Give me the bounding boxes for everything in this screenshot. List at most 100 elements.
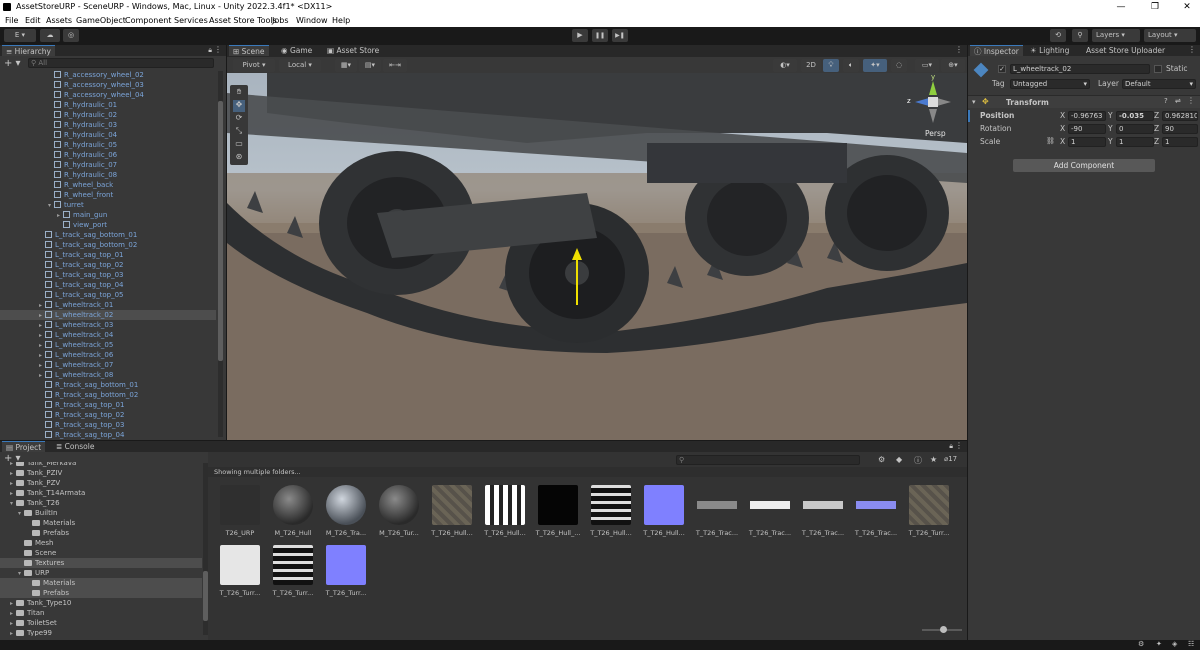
folder-item[interactable]: ▸ Tank_PZV: [0, 478, 202, 488]
more-icon[interactable]: ⋮: [214, 45, 222, 54]
static-checkbox[interactable]: [1154, 65, 1162, 73]
folder-item[interactable]: Prefabs: [0, 588, 202, 598]
persp-label[interactable]: Persp: [925, 129, 946, 138]
toggle-2d-button[interactable]: 2D: [801, 59, 821, 72]
position-y-field[interactable]: -0.035: [1116, 111, 1154, 121]
pause-button[interactable]: ❚❚: [592, 29, 608, 42]
hierarchy-item[interactable]: L_track_sag_top_02: [0, 260, 216, 270]
hierarchy-item[interactable]: R_accessory_wheel_02: [0, 70, 216, 80]
scale-x-field[interactable]: 1: [1068, 137, 1106, 147]
hierarchy-item[interactable]: L_track_sag_top_05: [0, 290, 216, 300]
position-x-field[interactable]: -0.96763: [1068, 111, 1106, 121]
asset-thumbnail[interactable]: [326, 485, 366, 525]
hierarchy-item[interactable]: R_hydraulic_05: [0, 140, 216, 150]
scale-y-field[interactable]: 1: [1116, 137, 1154, 147]
menu-asset-store-tools[interactable]: Asset Store Tools: [209, 14, 277, 27]
grid-snap-icon[interactable]: ▦▾: [335, 59, 357, 72]
scale-tool-icon[interactable]: ⤡: [233, 126, 245, 138]
asset-thumbnail[interactable]: [485, 485, 525, 525]
link-icon[interactable]: ⛓︎: [1046, 137, 1055, 145]
asset-thumbnail[interactable]: [220, 545, 260, 585]
more-icon[interactable]: ⋮: [1187, 96, 1195, 105]
position-z-field[interactable]: 0.962810: [1162, 111, 1198, 121]
hierarchy-item[interactable]: ▸ main_gun: [0, 210, 216, 220]
asset-thumbnail[interactable]: [856, 485, 896, 525]
hierarchy-item[interactable]: ▸ L_wheeltrack_01: [0, 300, 216, 310]
menu-gameobject[interactable]: GameObject: [76, 14, 126, 27]
hierarchy-item[interactable]: ▸ L_wheeltrack_03: [0, 320, 216, 330]
hierarchy-item[interactable]: R_wheel_front: [0, 190, 216, 200]
object-name-field[interactable]: L_wheeltrack_02: [1010, 64, 1150, 74]
layout-dropdown[interactable]: Layout ▾: [1144, 29, 1196, 42]
build-status-icon[interactable]: ⚙: [1138, 640, 1144, 648]
folder-item[interactable]: Textures: [0, 558, 202, 568]
folder-item[interactable]: ▸ Tank_T14Armata: [0, 488, 202, 498]
lock-icon[interactable]: 🔒︎: [208, 46, 212, 55]
local-dropdown[interactable]: Local ▾: [279, 59, 321, 72]
tag-dropdown[interactable]: Untagged ▾: [1010, 79, 1090, 89]
menu-edit[interactable]: Edit: [25, 14, 41, 27]
hierarchy-item[interactable]: R_hydraulic_07: [0, 160, 216, 170]
asset-search-input[interactable]: ⚲: [676, 455, 860, 465]
hierarchy-item[interactable]: ▸ L_wheeltrack_05: [0, 340, 216, 350]
hierarchy-item[interactable]: view_port: [0, 220, 216, 230]
hierarchy-item[interactable]: ▾ turret: [0, 200, 216, 210]
hierarchy-item[interactable]: R_track_sag_top_03: [0, 420, 216, 430]
camera-icon[interactable]: ▭▾: [915, 59, 939, 72]
menu-services[interactable]: Services: [174, 14, 208, 27]
tab-lighting[interactable]: ☀ Lighting: [1026, 45, 1073, 56]
hierarchy-item[interactable]: ▸ L_wheeltrack_04: [0, 330, 216, 340]
hidden-objects-icon[interactable]: ◌: [891, 59, 907, 72]
tab-hierarchy[interactable]: ≡ Hierarchy: [2, 45, 55, 56]
rotate-tool-icon[interactable]: ⟳: [233, 113, 245, 125]
layers-dropdown[interactable]: Layers ▾: [1092, 29, 1140, 42]
folder-item[interactable]: ▸ Tank_Type10: [0, 598, 202, 608]
more-icon[interactable]: ⋮: [955, 45, 963, 54]
asset-thumbnail[interactable]: [750, 485, 790, 525]
transform-header[interactable]: ▾ ✥ Transform ? ⇌ ⋮: [968, 95, 1200, 108]
menu-file[interactable]: File: [5, 14, 18, 27]
asset-thumbnail[interactable]: [432, 485, 472, 525]
account-button[interactable]: E ▾: [4, 29, 36, 42]
hierarchy-search-input[interactable]: ⚲ All: [28, 58, 214, 68]
folder-item[interactable]: Prefabs: [0, 528, 202, 538]
help-icon[interactable]: ?: [1164, 97, 1168, 105]
asset-thumbnail[interactable]: [220, 485, 260, 525]
menu-assets[interactable]: Assets: [46, 14, 72, 27]
info-icon[interactable]: ⓘ: [914, 455, 922, 466]
hidden-packages-icon[interactable]: ⌀17: [944, 455, 957, 463]
hierarchy-item[interactable]: L_track_sag_top_03: [0, 270, 216, 280]
folder-item[interactable]: ▸ Tank_PZIV: [0, 468, 202, 478]
asset-thumbnail[interactable]: [379, 485, 419, 525]
folder-item[interactable]: ▸ Titan: [0, 608, 202, 618]
preset-icon[interactable]: ⇌: [1175, 97, 1181, 105]
pivot-dropdown[interactable]: Pivot ▾: [233, 59, 275, 72]
hierarchy-item[interactable]: R_hydraulic_08: [0, 170, 216, 180]
hierarchy-item[interactable]: R_accessory_wheel_03: [0, 80, 216, 90]
folder-item[interactable]: Materials: [0, 518, 202, 528]
shading-mode-icon[interactable]: ◐▾: [773, 59, 797, 72]
more-icon[interactable]: ⋮: [955, 441, 963, 450]
search-by-label-icon[interactable]: ◆: [896, 455, 902, 464]
search-by-type-icon[interactable]: ⚙: [878, 455, 885, 464]
asset-thumbnail[interactable]: [273, 545, 313, 585]
hierarchy-item[interactable]: R_hydraulic_03: [0, 120, 216, 130]
hierarchy-item[interactable]: R_hydraulic_02: [0, 110, 216, 120]
tab-asset-store-uploader[interactable]: Asset Store Uploader: [1082, 45, 1169, 56]
hierarchy-item[interactable]: R_track_sag_bottom_01: [0, 380, 216, 390]
history-icon[interactable]: ⟲: [1050, 29, 1066, 42]
tab-project[interactable]: ▤ Project: [2, 441, 46, 452]
hierarchy-item[interactable]: R_track_sag_top_01: [0, 400, 216, 410]
hierarchy-item[interactable]: R_hydraulic_06: [0, 150, 216, 160]
rotation-z-field[interactable]: 90: [1162, 124, 1198, 134]
hierarchy-item[interactable]: R_track_sag_top_04: [0, 430, 216, 440]
asset-thumbnail[interactable]: [326, 545, 366, 585]
hierarchy-item[interactable]: L_track_sag_bottom_01: [0, 230, 216, 240]
hierarchy-item[interactable]: L_track_sag_bottom_02: [0, 240, 216, 250]
asset-thumbnail[interactable]: [591, 485, 631, 525]
tab-game[interactable]: ◉ Game: [277, 45, 316, 56]
audio-toggle-icon[interactable]: 🔈︎: [843, 59, 859, 72]
folder-item[interactable]: ▸ ToiletSet: [0, 618, 202, 628]
rotation-y-field[interactable]: 0: [1116, 124, 1154, 134]
folder-item[interactable]: Scene: [0, 548, 202, 558]
